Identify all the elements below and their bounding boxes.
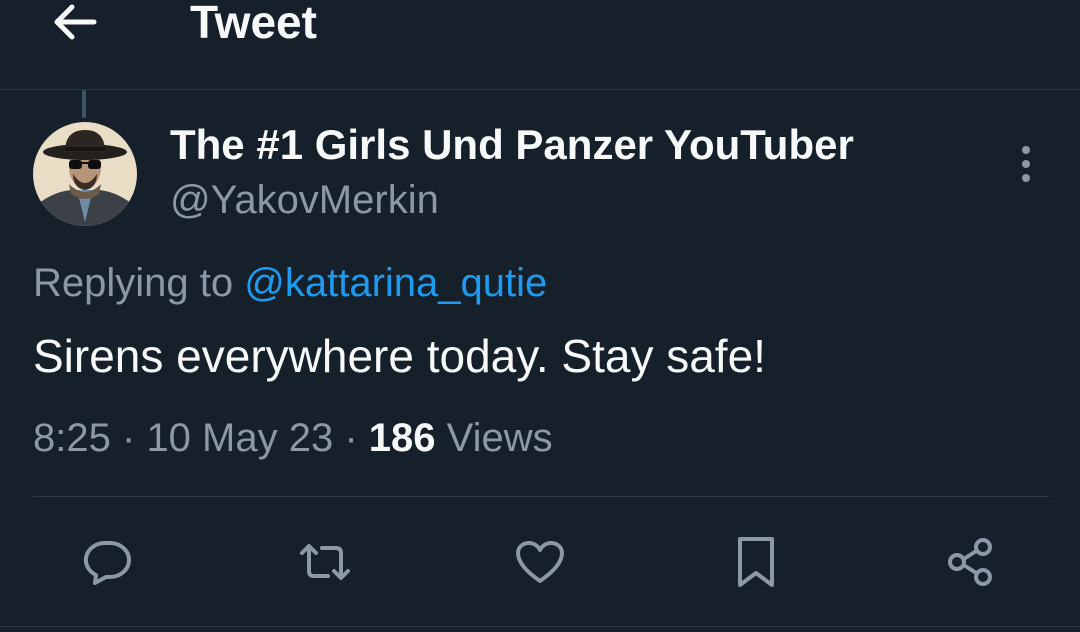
author-display-name[interactable]: The #1 Girls Und Panzer YouTuber [170, 120, 854, 170]
tweet-text: Sirens everywhere today. Stay safe! [33, 330, 766, 382]
retweet-button[interactable] [285, 520, 365, 604]
avatar-image [33, 122, 137, 226]
action-bar [0, 520, 1080, 604]
bookmark-button[interactable] [716, 520, 796, 604]
tweet-date: 10 May 23 [146, 416, 334, 460]
tweet-detail-screen: Tweet The #1 Girls Und Panzer YouTuber @… [0, 0, 1080, 632]
more-vertical-icon [1022, 146, 1030, 182]
views-count[interactable]: 186 [369, 416, 436, 460]
more-options-button[interactable] [1002, 140, 1050, 188]
retweet-icon [300, 544, 350, 580]
like-button[interactable] [500, 520, 580, 604]
replying-to-mention-link[interactable]: @kattarina_qutie [244, 261, 547, 305]
divider [33, 496, 1049, 497]
replying-to-label: Replying to [33, 261, 234, 305]
back-button[interactable] [44, 0, 106, 44]
page-title: Tweet [190, 0, 317, 48]
author-handle[interactable]: @YakovMerkin [170, 176, 439, 224]
share-button[interactable] [930, 520, 1010, 604]
heart-icon [516, 541, 564, 583]
meta-separator: · [121, 416, 136, 460]
bookmark-icon [738, 537, 774, 587]
bottom-divider [0, 626, 1080, 627]
meta-separator: · [344, 416, 358, 460]
tweet-meta: 8:25 · 10 May 23 · 186 Views [33, 412, 553, 464]
reply-button[interactable] [67, 520, 147, 604]
arrow-left-icon [54, 4, 97, 40]
thread-connector-line [82, 90, 86, 118]
tweet-time: 8:25 [33, 416, 111, 460]
top-bar: Tweet [0, 0, 1080, 90]
replying-to-line: Replying to @kattarina_qutie [33, 258, 547, 308]
views-label[interactable]: Views [447, 416, 553, 460]
share-icon [948, 538, 992, 586]
comment-icon [83, 541, 131, 585]
avatar[interactable] [33, 122, 137, 226]
